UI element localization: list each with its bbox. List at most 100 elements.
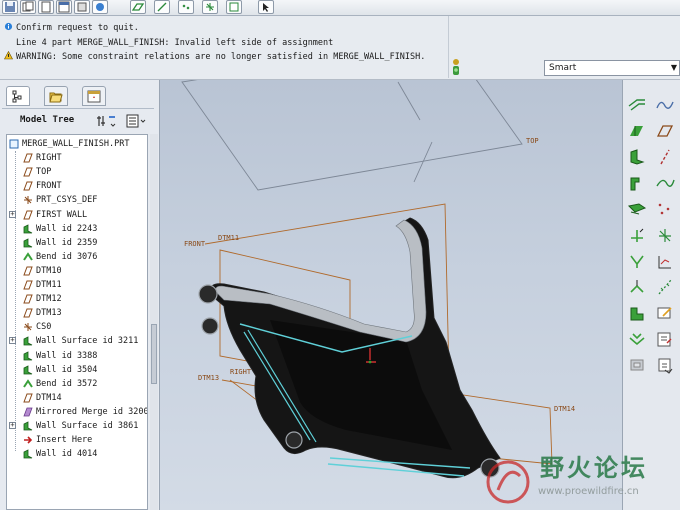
sheetmetal-wall-icon bbox=[23, 210, 33, 219]
watermark-logo-icon bbox=[486, 460, 530, 504]
extend-wall-icon[interactable] bbox=[625, 172, 649, 194]
csys-icon bbox=[24, 323, 32, 332]
top-toolbar bbox=[0, 0, 680, 16]
tree-node-label: Wall id 4014 bbox=[36, 449, 98, 460]
tree-node-label: Wall id 3504 bbox=[36, 364, 98, 375]
expand-toggle-icon[interactable]: + bbox=[9, 210, 16, 218]
analysis-icon[interactable] bbox=[653, 250, 677, 272]
edit-definition-icon[interactable] bbox=[653, 328, 677, 350]
tree-node-label: DTM11 bbox=[36, 280, 62, 290]
navigator-panel: Model Tree MERGE_WALL_FINISH.PRT RIGHT TOP… bbox=[0, 80, 160, 510]
datum-point-icon[interactable] bbox=[653, 198, 677, 220]
annotation-display-icon[interactable] bbox=[226, 0, 242, 14]
tree-connector bbox=[15, 151, 16, 451]
flange-wall-icon[interactable] bbox=[625, 146, 649, 168]
wall-icon bbox=[23, 449, 33, 459]
datum-label-front: FRONT bbox=[184, 240, 206, 248]
regenerate-icon[interactable] bbox=[74, 0, 90, 14]
datum-graph-icon[interactable] bbox=[653, 276, 677, 298]
context-help-icon[interactable] bbox=[258, 0, 274, 14]
message-text: WARNING: Some constraint relations are n… bbox=[16, 52, 426, 62]
datum-plane-icon bbox=[23, 294, 33, 304]
tree-node-label: Wall id 2359 bbox=[36, 237, 98, 248]
part-icon bbox=[9, 139, 19, 149]
bend-back-icon[interactable] bbox=[625, 276, 649, 298]
datum-plane-icon[interactable] bbox=[653, 120, 677, 142]
plane-display-icon[interactable] bbox=[130, 0, 146, 14]
sketch-tool-icon[interactable] bbox=[653, 302, 677, 324]
tree-node-label: RIGHT bbox=[36, 153, 62, 164]
tree-show-button[interactable] bbox=[124, 112, 150, 130]
tab-folder-browser[interactable] bbox=[44, 86, 68, 106]
edge-rip-icon[interactable] bbox=[625, 328, 649, 350]
datum-plane-tool-icon[interactable] bbox=[625, 94, 649, 116]
info-icon bbox=[4, 22, 13, 31]
scrollbar-thumb[interactable] bbox=[151, 324, 157, 384]
datum-plane-icon bbox=[23, 308, 33, 318]
tree-node-label: FRONT bbox=[36, 181, 62, 192]
datum-csys-icon[interactable] bbox=[653, 224, 677, 246]
datum-label-dtm11: DTM11 bbox=[218, 234, 240, 242]
tree-node-label: Mirrored Merge id 3200 bbox=[36, 406, 148, 417]
point-display-icon[interactable] bbox=[178, 0, 194, 14]
datum-plane-icon bbox=[23, 280, 33, 290]
datum-plane-icon bbox=[23, 393, 33, 403]
watermark-url: www.proewildfire.cn bbox=[538, 486, 639, 497]
hook-top bbox=[198, 284, 218, 304]
message-line: WARNING: Some constraint relations are n… bbox=[4, 50, 426, 64]
twist-wall-icon[interactable] bbox=[625, 198, 649, 220]
tree-node-label: DTM12 bbox=[36, 294, 62, 305]
tree-node-label: Bend id 3076 bbox=[36, 251, 98, 262]
axis-display-icon[interactable] bbox=[154, 0, 170, 14]
mirror-icon bbox=[23, 407, 33, 417]
spin-center-icon[interactable] bbox=[92, 0, 108, 14]
tree-node-label: MERGE_WALL_FINISH.PRT bbox=[22, 139, 130, 149]
model-tree-title: Model Tree bbox=[20, 115, 75, 125]
window-icon[interactable] bbox=[56, 0, 72, 14]
selection-filter-dropdown[interactable]: Smart ▼ bbox=[544, 60, 680, 76]
tab-model-tree[interactable] bbox=[6, 86, 30, 106]
corner-relief-icon[interactable] bbox=[625, 302, 649, 324]
folder-icon bbox=[49, 92, 63, 103]
tree-node-label: Wall Surface id 3211 bbox=[36, 336, 139, 347]
paste-icon[interactable] bbox=[38, 0, 54, 14]
watermark-brand: 野火论坛 bbox=[540, 454, 648, 482]
warning-icon bbox=[4, 50, 13, 60]
form-icon[interactable] bbox=[625, 354, 649, 376]
hook-top bbox=[201, 317, 219, 335]
merge-wall-icon[interactable] bbox=[625, 224, 649, 246]
datum-axis-icon[interactable] bbox=[653, 146, 677, 168]
wall-icon bbox=[23, 336, 33, 346]
sketch-curve-icon[interactable] bbox=[653, 172, 677, 194]
expand-toggle-icon[interactable]: + bbox=[9, 337, 16, 345]
tree-node-label: DTM10 bbox=[36, 265, 62, 276]
hook-bottom bbox=[285, 431, 303, 449]
save-icon[interactable] bbox=[2, 0, 18, 14]
wall-icon bbox=[23, 223, 33, 233]
navigator-tabs bbox=[6, 86, 156, 108]
tree-node-label: TOP bbox=[36, 167, 52, 178]
tree-node-label: CS0 bbox=[36, 322, 52, 333]
tree-scrollbar[interactable] bbox=[150, 134, 158, 510]
forum-watermark: 野火论坛 www.proewildfire.cn bbox=[480, 442, 680, 510]
copy-icon[interactable] bbox=[20, 0, 36, 14]
tab-favorites[interactable] bbox=[82, 86, 106, 106]
tree-node-label: FIRST WALL bbox=[36, 209, 88, 220]
settings-icon bbox=[97, 116, 116, 127]
csys-display-icon[interactable] bbox=[202, 0, 218, 14]
insert-arrow-icon bbox=[24, 436, 33, 444]
show-list-icon bbox=[126, 114, 146, 128]
wall-icon bbox=[23, 364, 33, 374]
tree-node-label: Bend id 3572 bbox=[36, 378, 98, 389]
bend-icon bbox=[23, 378, 33, 388]
favorites-icon bbox=[87, 90, 101, 103]
unbend-icon[interactable] bbox=[625, 250, 649, 272]
chevron-down-icon: ▼ bbox=[670, 63, 677, 72]
selection-filter-value: Smart bbox=[549, 63, 577, 73]
message-line: Line 4 part MERGE_WALL_FINISH: Invalid l… bbox=[4, 37, 333, 50]
layers-icon[interactable] bbox=[653, 354, 677, 376]
expand-toggle-icon[interactable]: + bbox=[9, 422, 16, 429]
sketched-curve-tool-icon[interactable] bbox=[653, 94, 677, 116]
tree-settings-button[interactable] bbox=[94, 112, 120, 130]
flat-wall-icon[interactable] bbox=[625, 120, 649, 142]
